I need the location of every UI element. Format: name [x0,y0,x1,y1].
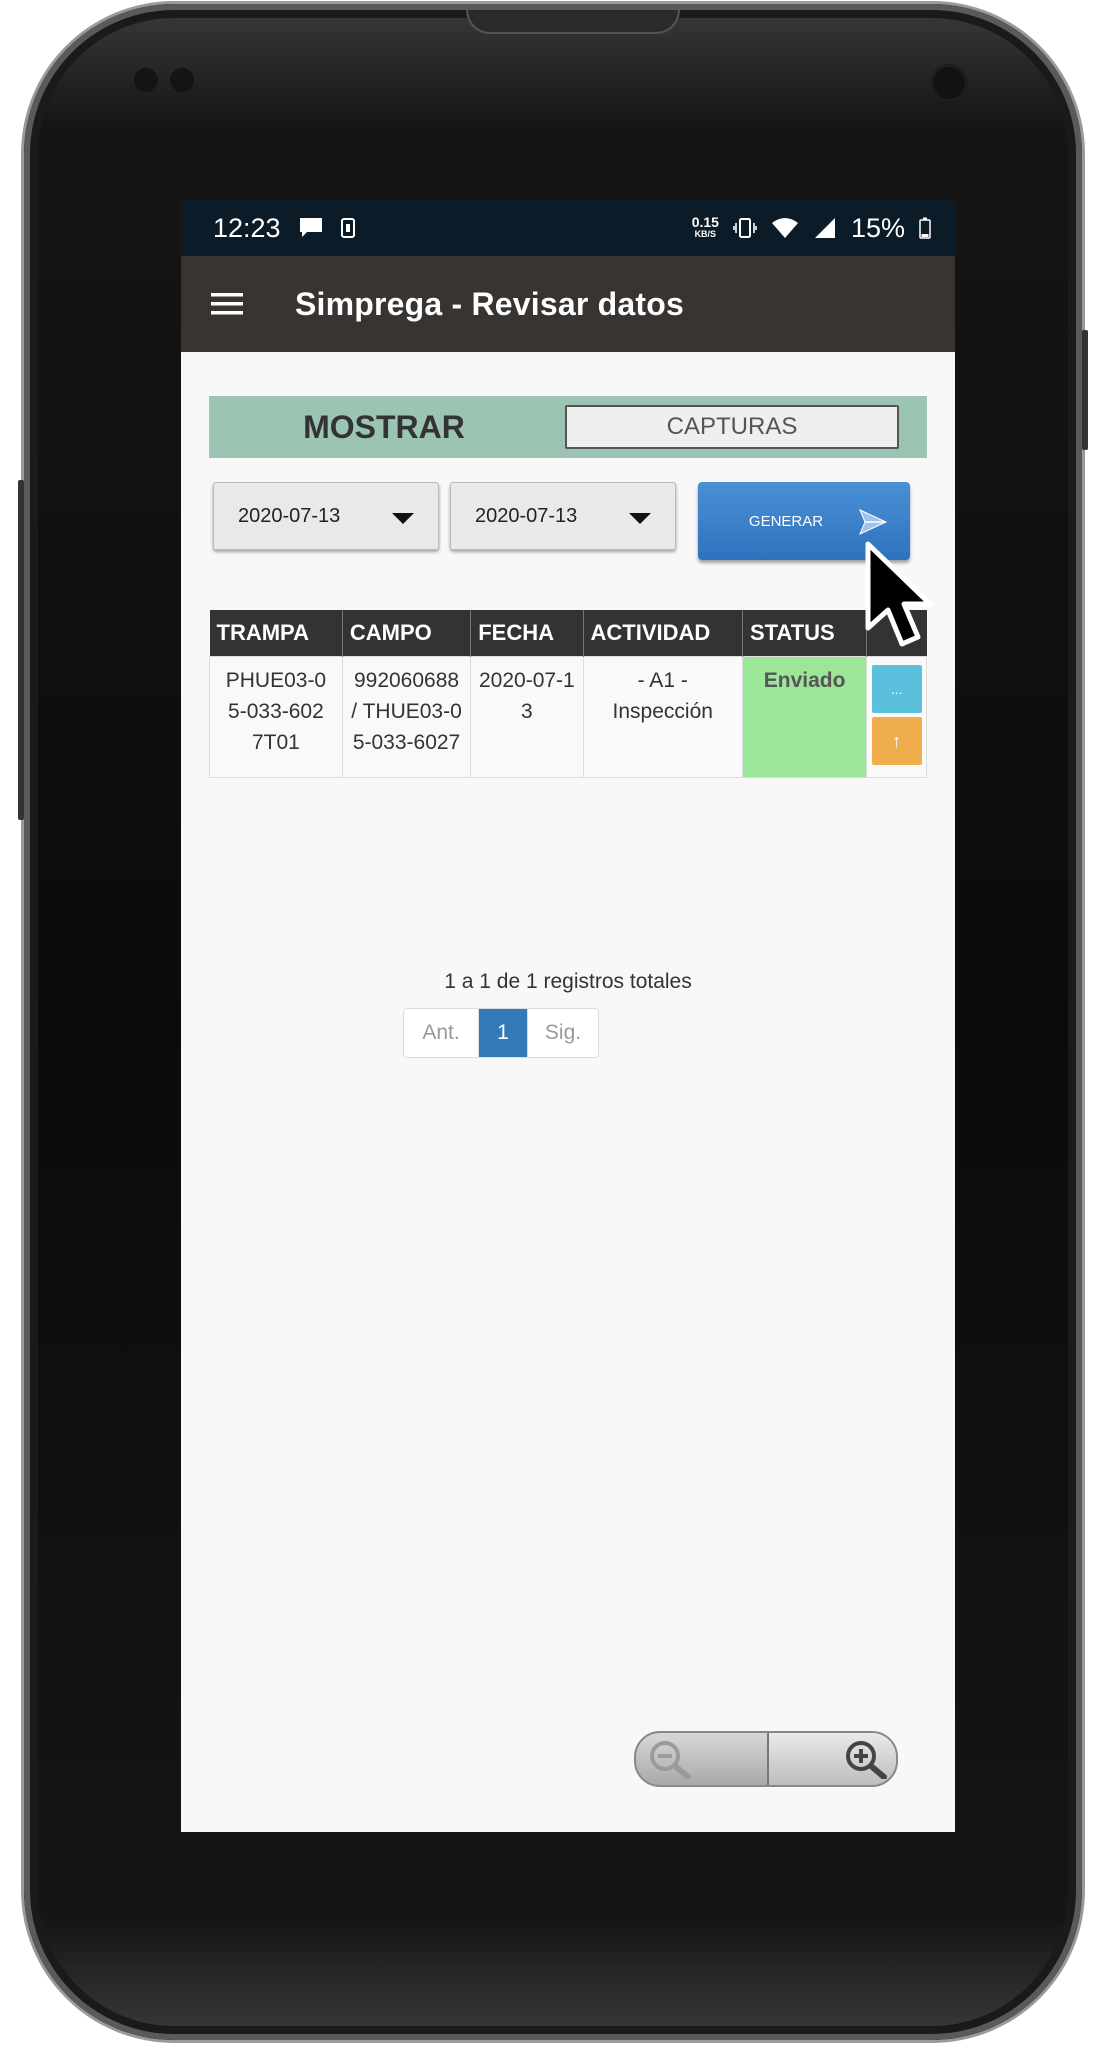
light-sensor [170,68,194,92]
date-from-value: 2020-07-13 [238,504,341,527]
records-table: TRAMPA CAMPO FECHA ACTIVIDAD STATUS PHUE… [209,610,927,778]
zoom-in-icon [846,1741,887,1779]
zoom-in-button[interactable] [769,1733,896,1785]
app-bar: Simprega - Revisar datos [181,256,955,352]
battery-icon [919,217,931,239]
prev-page-button[interactable]: Ant. [404,1009,479,1057]
current-page-button[interactable]: 1 [479,1009,527,1057]
chevron-down-icon [629,513,651,524]
signal-icon [814,218,835,238]
upload-button[interactable]: ↑ [871,717,922,765]
hamburger-menu-icon[interactable] [211,291,243,317]
next-page-button[interactable]: Sig. [527,1009,598,1057]
volume-button [18,480,24,820]
header-fecha: FECHA [470,610,584,657]
front-camera [930,64,968,102]
date-from-select[interactable]: 2020-07-13 [213,482,439,550]
send-icon [859,509,888,535]
mouse-cursor-icon [865,541,933,647]
capturas-button[interactable]: CAPTURAS [565,405,899,449]
cell-actividad: - A1 - Inspección [582,656,743,778]
status-bar: 12:23 0.15 KB/S 15% [181,200,955,256]
proximity-sensor [134,68,158,92]
vibrate-icon [733,218,757,238]
header-actividad: ACTIVIDAD [583,610,743,657]
network-speed: 0.15 KB/S [691,214,719,239]
battery-level: 15% [850,212,905,243]
cell-actions: ... ↑ [866,656,927,778]
date-to-select[interactable]: 2020-07-13 [450,482,676,550]
table-header-row: TRAMPA CAMPO FECHA ACTIVIDAD STATUS [209,610,927,657]
generate-label: GENERAR [748,512,824,530]
header-status: STATUS [742,610,868,657]
records-summary: 1 a 1 de 1 registros totales [444,970,692,993]
page-title: Simprega - Revisar datos [295,285,684,322]
power-button [1082,330,1088,450]
clock: 12:23 [213,212,281,243]
cell-status: Enviado [741,656,868,778]
pagination: Ant. 1 Sig. [403,1008,599,1058]
wifi-icon [771,218,798,238]
cell-fecha: 2020-07-13 [470,656,584,778]
message-icon [299,218,322,237]
date-to-value: 2020-07-13 [475,504,578,527]
zoom-out-button[interactable] [636,1733,769,1785]
phone-screen: 12:23 0.15 KB/S 15% Simprega - Revisar d… [181,200,955,1832]
zoom-control [634,1731,898,1787]
cell-trampa: PHUE03-05-033-6027T01 [209,656,343,778]
cell-campo: 992060688 / THUE03-05-033-6027 [341,656,472,778]
device-icon [340,218,355,238]
zoom-out-icon [650,1741,691,1779]
header-trampa: TRAMPA [209,610,343,657]
earpiece-speaker [466,10,680,34]
filter-bar: MOSTRAR CAPTURAS [209,396,927,458]
mostrar-label: MOSTRAR [303,408,465,445]
chevron-down-icon [392,513,414,524]
table-row: PHUE03-05-033-6027T01 992060688 / THUE03… [209,656,927,778]
header-campo: CAMPO [342,610,472,657]
details-button[interactable]: ... [871,665,922,713]
